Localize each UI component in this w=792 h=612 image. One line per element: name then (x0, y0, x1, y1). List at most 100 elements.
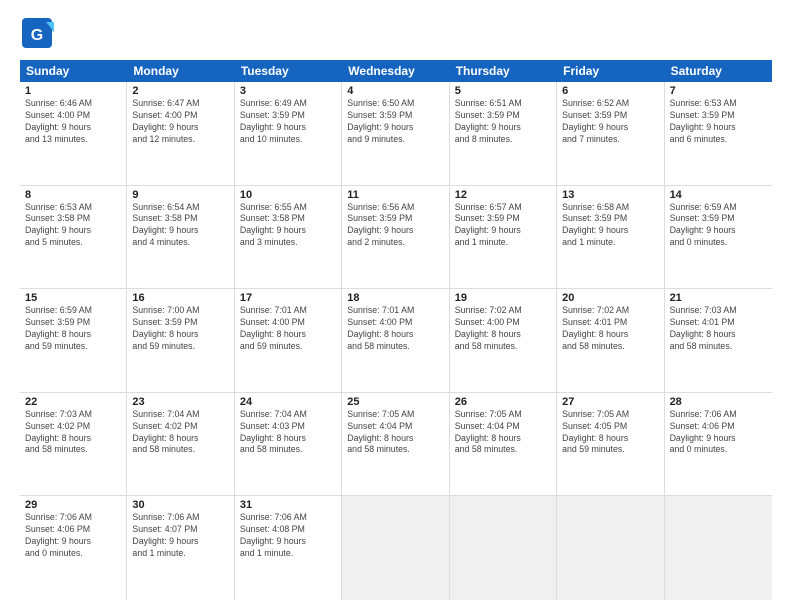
day-number: 22 (25, 396, 121, 408)
page: G SundayMondayTuesdayWednesdayThursdayFr… (0, 0, 792, 612)
day-cell-22: 22Sunrise: 7:03 AMSunset: 4:02 PMDayligh… (20, 393, 127, 496)
day-info: Sunrise: 6:58 AMSunset: 3:59 PMDaylight:… (562, 202, 658, 250)
day-number: 5 (455, 85, 551, 97)
day-info: Sunrise: 7:06 AMSunset: 4:06 PMDaylight:… (670, 409, 767, 457)
empty-cell (342, 496, 449, 600)
day-number: 20 (562, 292, 658, 304)
day-cell-31: 31Sunrise: 7:06 AMSunset: 4:08 PMDayligh… (235, 496, 342, 600)
day-cell-13: 13Sunrise: 6:58 AMSunset: 3:59 PMDayligh… (557, 186, 664, 289)
week-row-4: 22Sunrise: 7:03 AMSunset: 4:02 PMDayligh… (20, 393, 772, 497)
day-number: 27 (562, 396, 658, 408)
day-info: Sunrise: 6:46 AMSunset: 4:00 PMDaylight:… (25, 98, 121, 146)
day-number: 21 (670, 292, 767, 304)
day-number: 30 (132, 499, 228, 511)
empty-cell (450, 496, 557, 600)
day-info: Sunrise: 7:05 AMSunset: 4:04 PMDaylight:… (455, 409, 551, 457)
day-number: 1 (25, 85, 121, 97)
day-cell-5: 5Sunrise: 6:51 AMSunset: 3:59 PMDaylight… (450, 82, 557, 185)
day-info: Sunrise: 7:06 AMSunset: 4:06 PMDaylight:… (25, 512, 121, 560)
day-number: 7 (670, 85, 767, 97)
day-cell-1: 1Sunrise: 6:46 AMSunset: 4:00 PMDaylight… (20, 82, 127, 185)
header-day-thursday: Thursday (450, 60, 557, 82)
day-info: Sunrise: 6:52 AMSunset: 3:59 PMDaylight:… (562, 98, 658, 146)
calendar: SundayMondayTuesdayWednesdayThursdayFrid… (20, 60, 772, 600)
day-cell-14: 14Sunrise: 6:59 AMSunset: 3:59 PMDayligh… (665, 186, 772, 289)
header-day-saturday: Saturday (665, 60, 772, 82)
day-number: 13 (562, 189, 658, 201)
day-cell-24: 24Sunrise: 7:04 AMSunset: 4:03 PMDayligh… (235, 393, 342, 496)
day-number: 28 (670, 396, 767, 408)
day-info: Sunrise: 7:03 AMSunset: 4:02 PMDaylight:… (25, 409, 121, 457)
day-info: Sunrise: 7:01 AMSunset: 4:00 PMDaylight:… (240, 305, 336, 353)
header-day-tuesday: Tuesday (235, 60, 342, 82)
day-number: 12 (455, 189, 551, 201)
day-cell-12: 12Sunrise: 6:57 AMSunset: 3:59 PMDayligh… (450, 186, 557, 289)
day-cell-9: 9Sunrise: 6:54 AMSunset: 3:58 PMDaylight… (127, 186, 234, 289)
day-number: 2 (132, 85, 228, 97)
day-number: 23 (132, 396, 228, 408)
day-cell-27: 27Sunrise: 7:05 AMSunset: 4:05 PMDayligh… (557, 393, 664, 496)
day-number: 29 (25, 499, 121, 511)
week-row-5: 29Sunrise: 7:06 AMSunset: 4:06 PMDayligh… (20, 496, 772, 600)
calendar-body: 1Sunrise: 6:46 AMSunset: 4:00 PMDaylight… (20, 82, 772, 600)
day-cell-20: 20Sunrise: 7:02 AMSunset: 4:01 PMDayligh… (557, 289, 664, 392)
day-cell-16: 16Sunrise: 7:00 AMSunset: 3:59 PMDayligh… (127, 289, 234, 392)
header-day-sunday: Sunday (20, 60, 127, 82)
day-cell-21: 21Sunrise: 7:03 AMSunset: 4:01 PMDayligh… (665, 289, 772, 392)
week-row-2: 8Sunrise: 6:53 AMSunset: 3:58 PMDaylight… (20, 186, 772, 290)
day-cell-17: 17Sunrise: 7:01 AMSunset: 4:00 PMDayligh… (235, 289, 342, 392)
day-number: 8 (25, 189, 121, 201)
day-info: Sunrise: 7:03 AMSunset: 4:01 PMDaylight:… (670, 305, 767, 353)
week-row-1: 1Sunrise: 6:46 AMSunset: 4:00 PMDaylight… (20, 82, 772, 186)
day-info: Sunrise: 6:50 AMSunset: 3:59 PMDaylight:… (347, 98, 443, 146)
day-cell-2: 2Sunrise: 6:47 AMSunset: 4:00 PMDaylight… (127, 82, 234, 185)
day-number: 26 (455, 396, 551, 408)
day-info: Sunrise: 6:59 AMSunset: 3:59 PMDaylight:… (670, 202, 767, 250)
day-number: 19 (455, 292, 551, 304)
day-cell-23: 23Sunrise: 7:04 AMSunset: 4:02 PMDayligh… (127, 393, 234, 496)
header-day-monday: Monday (127, 60, 234, 82)
day-info: Sunrise: 6:53 AMSunset: 3:59 PMDaylight:… (670, 98, 767, 146)
day-info: Sunrise: 7:02 AMSunset: 4:01 PMDaylight:… (562, 305, 658, 353)
day-cell-19: 19Sunrise: 7:02 AMSunset: 4:00 PMDayligh… (450, 289, 557, 392)
day-number: 17 (240, 292, 336, 304)
day-info: Sunrise: 7:01 AMSunset: 4:00 PMDaylight:… (347, 305, 443, 353)
day-number: 25 (347, 396, 443, 408)
day-number: 4 (347, 85, 443, 97)
day-number: 31 (240, 499, 336, 511)
week-row-3: 15Sunrise: 6:59 AMSunset: 3:59 PMDayligh… (20, 289, 772, 393)
day-info: Sunrise: 7:04 AMSunset: 4:02 PMDaylight:… (132, 409, 228, 457)
day-cell-29: 29Sunrise: 7:06 AMSunset: 4:06 PMDayligh… (20, 496, 127, 600)
day-info: Sunrise: 7:05 AMSunset: 4:05 PMDaylight:… (562, 409, 658, 457)
day-info: Sunrise: 6:49 AMSunset: 3:59 PMDaylight:… (240, 98, 336, 146)
day-cell-25: 25Sunrise: 7:05 AMSunset: 4:04 PMDayligh… (342, 393, 449, 496)
day-info: Sunrise: 7:05 AMSunset: 4:04 PMDaylight:… (347, 409, 443, 457)
header-day-wednesday: Wednesday (342, 60, 449, 82)
day-info: Sunrise: 6:55 AMSunset: 3:58 PMDaylight:… (240, 202, 336, 250)
header: G (20, 16, 772, 50)
calendar-header: SundayMondayTuesdayWednesdayThursdayFrid… (20, 60, 772, 82)
header-day-friday: Friday (557, 60, 664, 82)
day-info: Sunrise: 7:06 AMSunset: 4:08 PMDaylight:… (240, 512, 336, 560)
day-number: 15 (25, 292, 121, 304)
day-info: Sunrise: 6:53 AMSunset: 3:58 PMDaylight:… (25, 202, 121, 250)
day-number: 14 (670, 189, 767, 201)
day-number: 9 (132, 189, 228, 201)
day-info: Sunrise: 6:56 AMSunset: 3:59 PMDaylight:… (347, 202, 443, 250)
svg-text:G: G (31, 27, 43, 44)
day-cell-15: 15Sunrise: 6:59 AMSunset: 3:59 PMDayligh… (20, 289, 127, 392)
day-cell-10: 10Sunrise: 6:55 AMSunset: 3:58 PMDayligh… (235, 186, 342, 289)
day-number: 3 (240, 85, 336, 97)
day-cell-4: 4Sunrise: 6:50 AMSunset: 3:59 PMDaylight… (342, 82, 449, 185)
day-cell-26: 26Sunrise: 7:05 AMSunset: 4:04 PMDayligh… (450, 393, 557, 496)
empty-cell (665, 496, 772, 600)
day-cell-3: 3Sunrise: 6:49 AMSunset: 3:59 PMDaylight… (235, 82, 342, 185)
day-number: 24 (240, 396, 336, 408)
day-cell-11: 11Sunrise: 6:56 AMSunset: 3:59 PMDayligh… (342, 186, 449, 289)
day-number: 18 (347, 292, 443, 304)
day-info: Sunrise: 7:04 AMSunset: 4:03 PMDaylight:… (240, 409, 336, 457)
logo-icon: G (20, 16, 54, 50)
empty-cell (557, 496, 664, 600)
day-info: Sunrise: 7:06 AMSunset: 4:07 PMDaylight:… (132, 512, 228, 560)
day-number: 11 (347, 189, 443, 201)
